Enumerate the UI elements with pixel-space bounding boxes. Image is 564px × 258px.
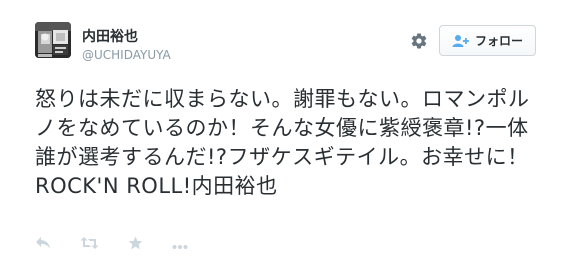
avatar[interactable] — [35, 22, 71, 58]
avatar-image — [35, 22, 71, 58]
tweet-card: 内田裕也 @UCHIDAYUYA フォロー 怒りは未だに収まらない。謝罪もない。… — [0, 0, 564, 258]
user-full-name[interactable]: 内田裕也 — [82, 29, 138, 45]
tweet-text: 怒りは未だに収まらない。謝罪もない。ロマンポルノをなめているのか！そんな女優に紫… — [35, 87, 530, 198]
user-screen-name[interactable]: @UCHIDAYUYA — [82, 48, 171, 62]
follow-button-label: フォロー — [474, 34, 523, 48]
tweet-actions — [35, 236, 217, 252]
retweet-icon[interactable] — [80, 235, 99, 254]
add-user-icon — [452, 34, 469, 47]
gear-icon[interactable] — [410, 32, 428, 50]
reply-icon[interactable] — [35, 235, 51, 254]
star-icon[interactable] — [128, 235, 143, 254]
more-icon[interactable] — [172, 235, 188, 254]
follow-button[interactable]: フォロー — [439, 25, 536, 56]
